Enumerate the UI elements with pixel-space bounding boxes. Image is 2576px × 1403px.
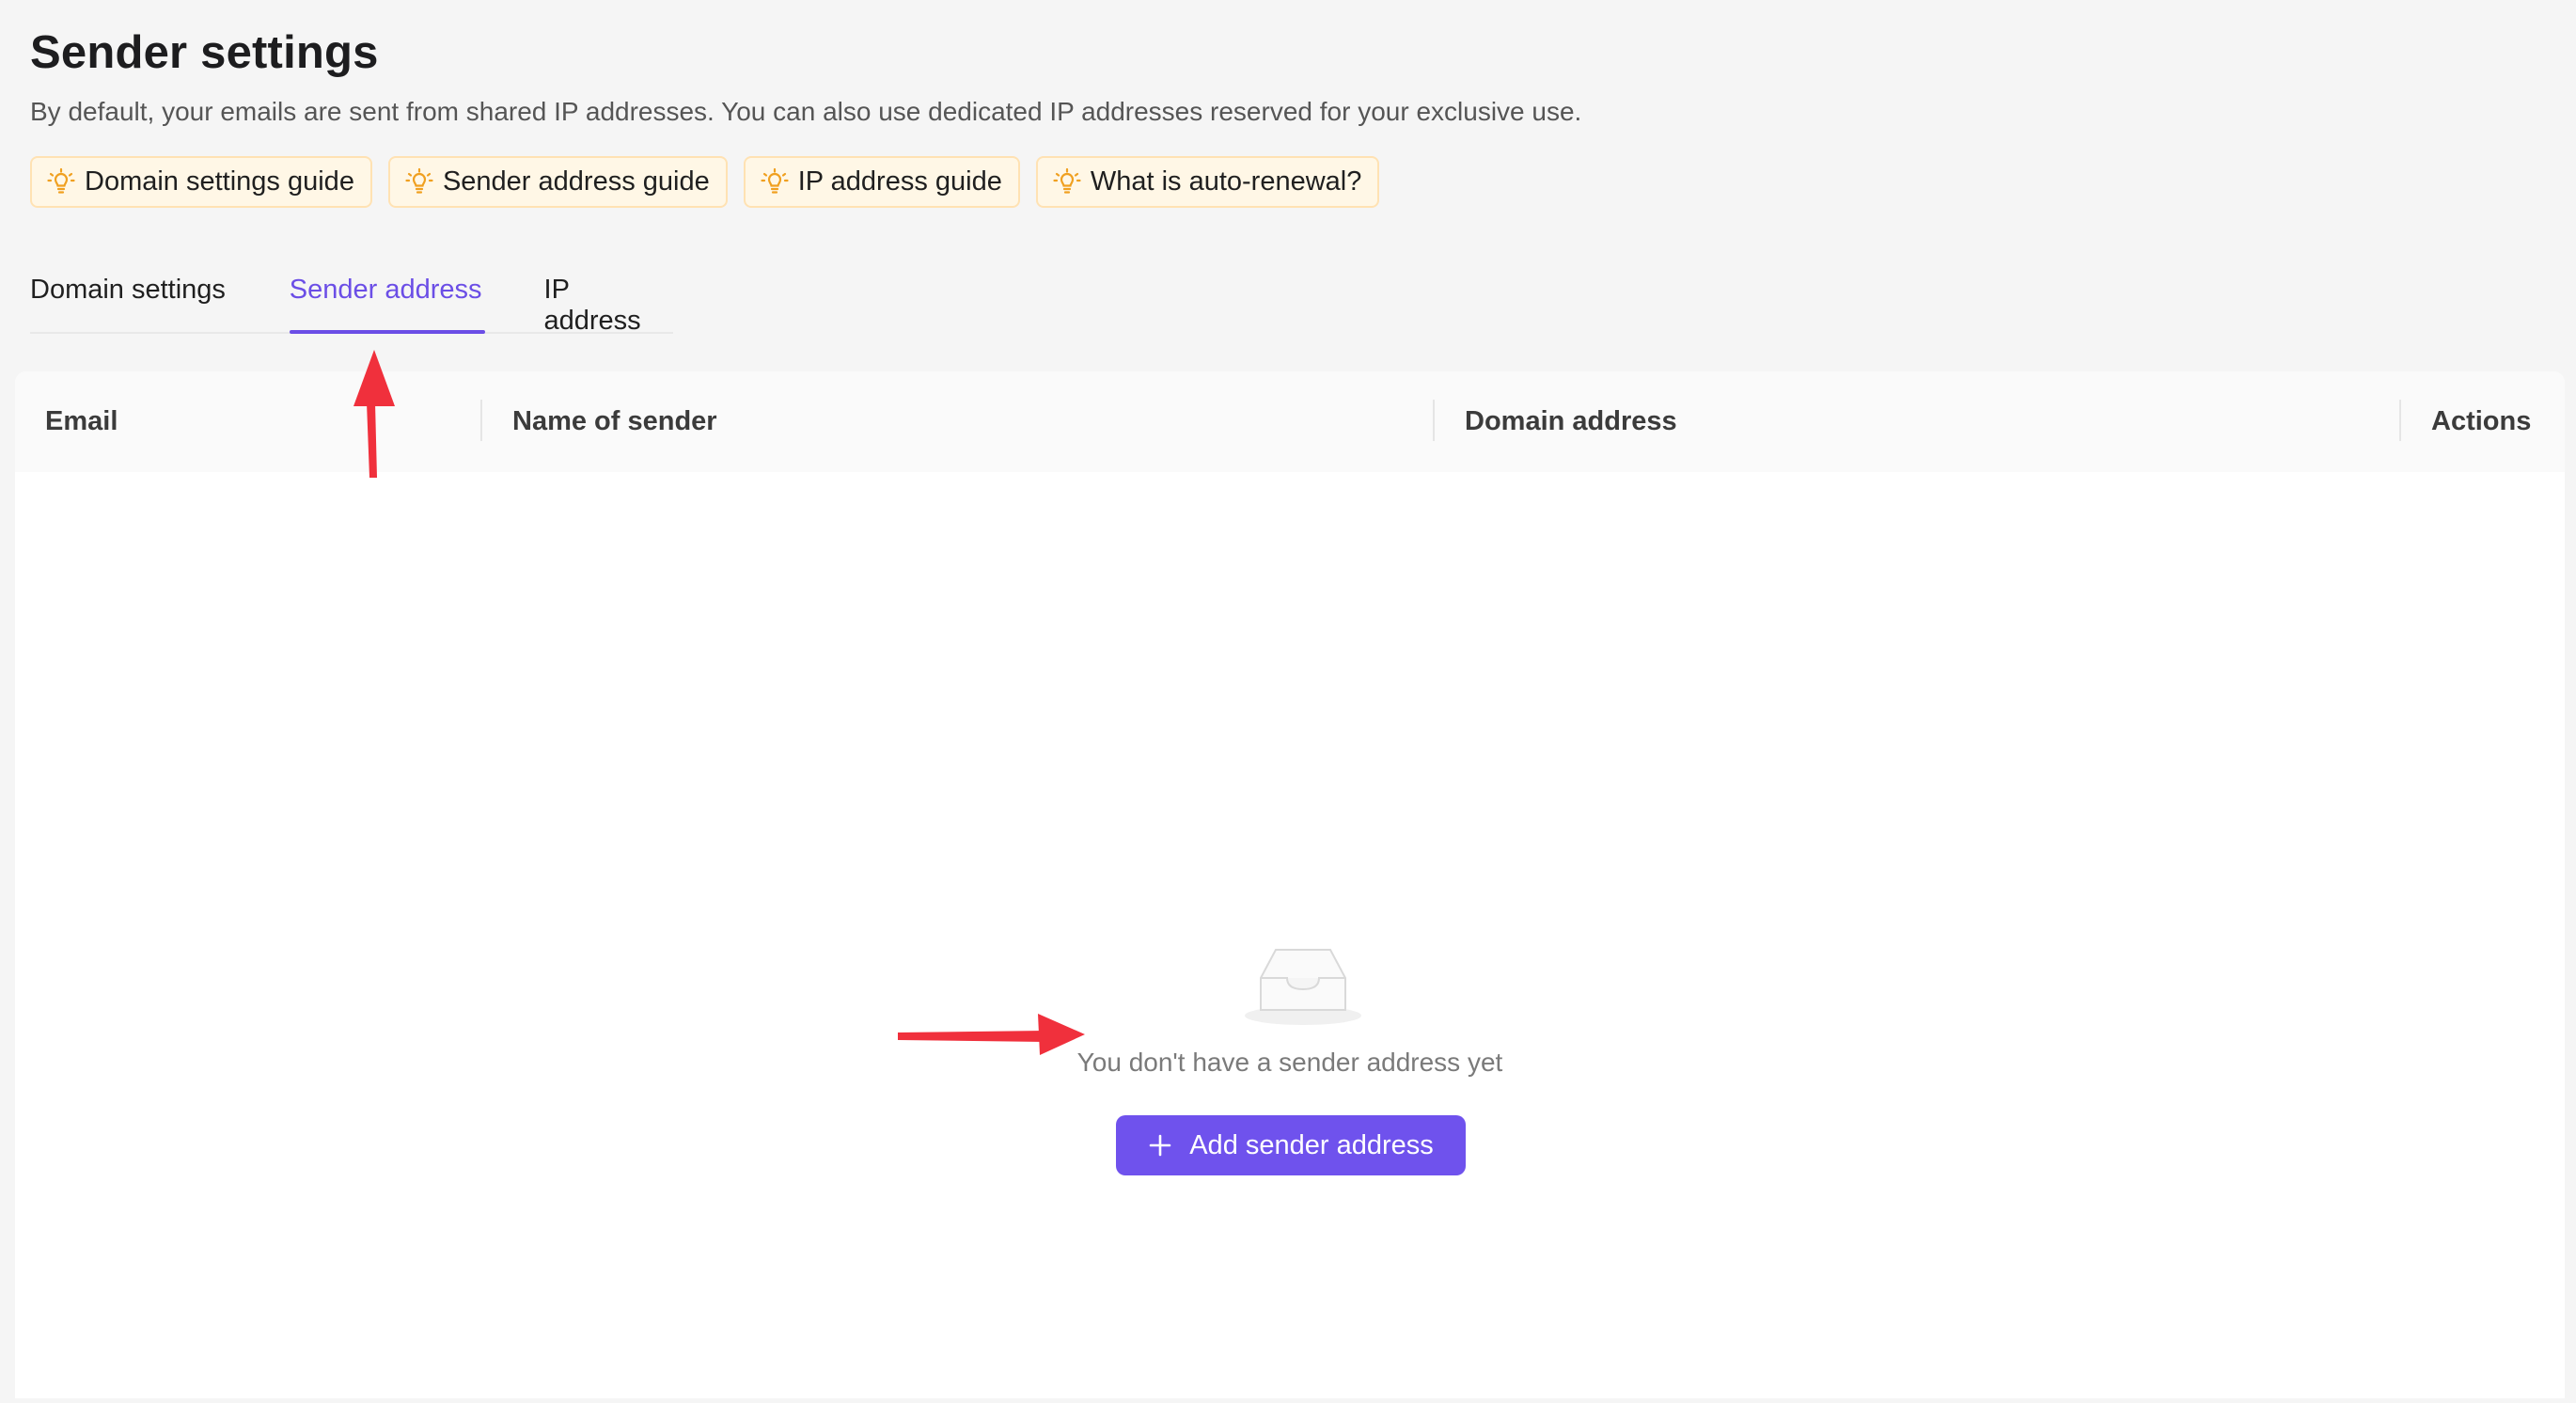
guide-links: Domain settings guide Sender address gui… xyxy=(30,156,1380,208)
lightbulb-icon xyxy=(759,166,791,198)
guide-label: Domain settings guide xyxy=(85,166,354,197)
tab-ip-address[interactable]: IP address xyxy=(544,254,673,336)
sender-address-table: Email Name of sender Domain address Acti… xyxy=(15,371,2565,1398)
empty-state: You don't have a sender address yet Add … xyxy=(15,472,2565,1398)
lightbulb-icon xyxy=(1051,166,1083,198)
sender-address-guide-button[interactable]: Sender address guide xyxy=(387,156,728,208)
column-divider xyxy=(1433,400,1435,441)
tab-label: Domain settings xyxy=(30,275,226,305)
auto-renewal-guide-button[interactable]: What is auto-renewal? xyxy=(1035,156,1380,208)
column-header-name-of-sender[interactable]: Name of sender xyxy=(512,371,717,472)
lightbulb-icon xyxy=(45,166,77,198)
plus-icon xyxy=(1148,1133,1172,1158)
domain-settings-guide-button[interactable]: Domain settings guide xyxy=(30,156,372,208)
sender-settings-page: Sender settings By default, your emails … xyxy=(0,0,2576,1403)
empty-state-message: You don't have a sender address yet xyxy=(1076,1048,1503,1077)
lightbulb-icon xyxy=(403,166,435,198)
table-header: Email Name of sender Domain address Acti… xyxy=(15,371,2565,472)
column-divider xyxy=(480,400,482,441)
add-sender-address-button[interactable]: Add sender address xyxy=(1116,1115,1466,1175)
column-divider xyxy=(2399,400,2401,441)
add-sender-address-label: Add sender address xyxy=(1189,1129,1434,1160)
tab-sender-address[interactable]: Sender address xyxy=(289,254,544,334)
guide-label: Sender address guide xyxy=(442,166,710,197)
page-subtitle: By default, your emails are sent from sh… xyxy=(30,97,1582,126)
guide-label: What is auto-renewal? xyxy=(1090,166,1362,197)
guide-label: IP address guide xyxy=(797,166,1002,197)
active-tab-indicator xyxy=(289,330,485,334)
settings-tabs: Domain settings Sender address IP addres… xyxy=(30,254,673,336)
column-header-email[interactable]: Email xyxy=(45,371,118,472)
column-header-actions[interactable]: Actions xyxy=(2431,371,2531,472)
tab-label: Sender address xyxy=(289,275,482,305)
ip-address-guide-button[interactable]: IP address guide xyxy=(743,156,1020,208)
tab-label: IP address xyxy=(543,275,641,336)
page-title: Sender settings xyxy=(30,27,379,78)
tab-domain-settings[interactable]: Domain settings xyxy=(30,254,290,332)
column-header-domain-address[interactable]: Domain address xyxy=(1465,371,1677,472)
empty-inbox-icon xyxy=(1242,942,1364,1037)
